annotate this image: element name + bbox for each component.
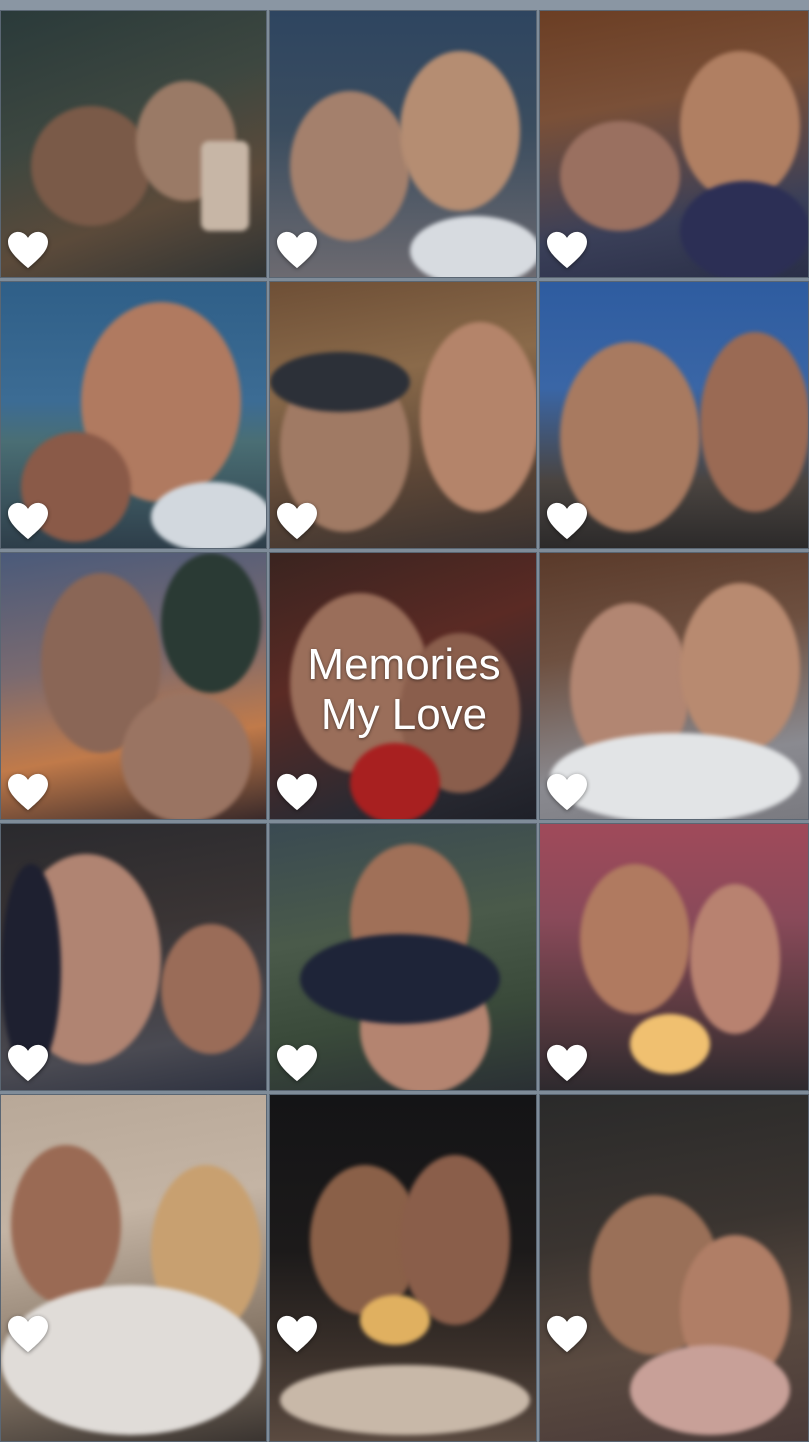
photo-tile-9[interactable]	[539, 552, 809, 820]
heart-icon[interactable]	[544, 227, 590, 273]
heart-icon[interactable]	[544, 1040, 590, 1086]
heart-icon[interactable]	[5, 227, 51, 273]
collage-title: Memories My Love	[270, 640, 538, 740]
photo-tile-14[interactable]	[269, 1094, 537, 1442]
photo-tile-6[interactable]	[539, 281, 809, 549]
title-line-2: My Love	[320, 690, 488, 739]
photo-tile-13[interactable]	[0, 1094, 267, 1442]
heart-icon[interactable]	[544, 769, 590, 815]
top-strip	[0, 0, 809, 10]
heart-icon[interactable]	[544, 1311, 590, 1357]
heart-icon[interactable]	[5, 1311, 51, 1357]
heart-icon[interactable]	[274, 498, 320, 544]
photo-tile-15[interactable]	[539, 1094, 809, 1442]
heart-icon[interactable]	[274, 1040, 320, 1086]
photo-tile-1[interactable]	[0, 10, 267, 278]
photo-tile-7[interactable]	[0, 552, 267, 820]
heart-icon[interactable]	[544, 498, 590, 544]
heart-icon[interactable]	[5, 1040, 51, 1086]
photo-tile-5[interactable]	[269, 281, 537, 549]
title-line-1: Memories	[307, 640, 501, 689]
photo-tile-4[interactable]	[0, 281, 267, 549]
heart-icon[interactable]	[274, 769, 320, 815]
photo-tile-2[interactable]	[269, 10, 537, 278]
photo-tile-11[interactable]	[269, 823, 537, 1091]
heart-icon[interactable]	[274, 1311, 320, 1357]
photo-tile-12[interactable]	[539, 823, 809, 1091]
photo-tile-3[interactable]	[539, 10, 809, 278]
heart-icon[interactable]	[274, 227, 320, 273]
photo-tile-10[interactable]	[0, 823, 267, 1091]
heart-icon[interactable]	[5, 769, 51, 815]
heart-icon[interactable]	[5, 498, 51, 544]
